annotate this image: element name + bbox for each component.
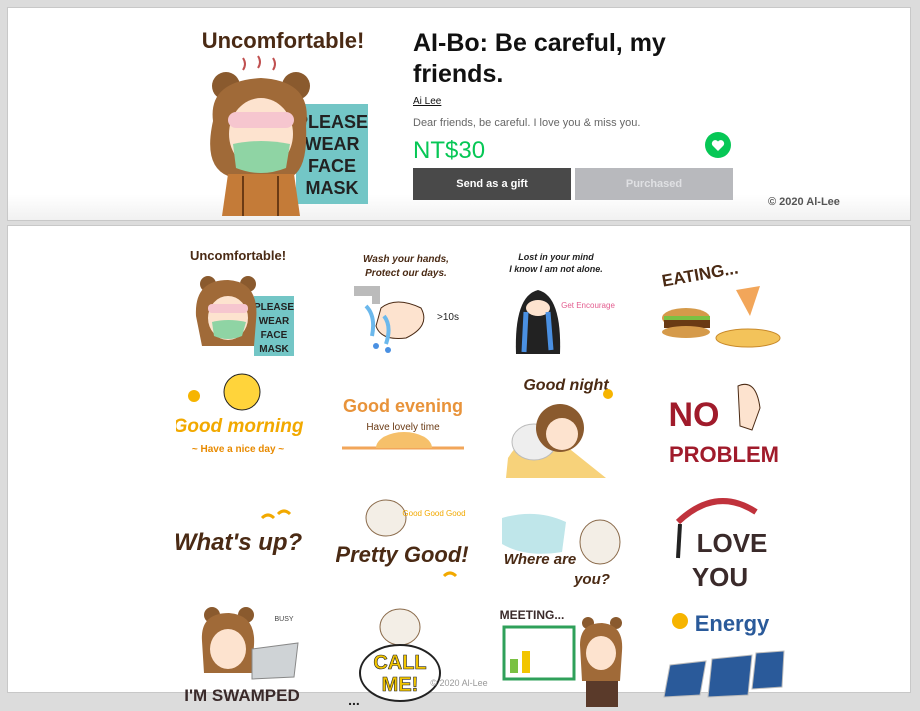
sticker-caption: Where are bbox=[504, 551, 577, 568]
sticker-caption-2: YOU bbox=[692, 562, 748, 592]
sticker-caption-2: ~ Have a nice day ~ bbox=[192, 444, 284, 455]
send-as-gift-button[interactable]: Send as a gift bbox=[413, 168, 571, 200]
sticker-caption-2: Have lovely time bbox=[366, 422, 440, 433]
sticker-description: Dear friends, be careful. I love you & m… bbox=[413, 117, 641, 129]
sticker-extra: Get Encourage bbox=[561, 301, 615, 310]
sticker-caption-2: you? bbox=[573, 571, 610, 588]
sticker-eating[interactable]: EATING... bbox=[656, 246, 791, 356]
sticker-caption-2: PROBLEM bbox=[669, 442, 779, 467]
main-sign-line-2: WEAR bbox=[305, 134, 360, 154]
sticker-caption: NO bbox=[669, 396, 720, 434]
sticker-extra: >10s bbox=[437, 312, 459, 323]
sticker-lost-in-mind[interactable]: Lost in your mind I know I am not alone.… bbox=[496, 246, 631, 356]
sticker-caption-2: BUSY bbox=[274, 616, 293, 623]
sticker-caption: What's up? bbox=[176, 529, 303, 556]
sticker-caption: Lost in your mind bbox=[518, 252, 594, 262]
sticker-caption: Good night bbox=[523, 377, 609, 394]
sticker-caption: LOVE bbox=[697, 528, 768, 558]
sticker-caption-2: Protect our days. bbox=[365, 268, 447, 279]
sticker-good-evening[interactable]: Good evening Have lovely time bbox=[336, 368, 471, 478]
purchased-button: Purchased bbox=[575, 168, 733, 200]
sticker-grid-panel: Uncomfortable! PLEASE WEAR FACE MASK Was… bbox=[7, 225, 911, 708]
sticker-caption-2: Good Good Good bbox=[402, 509, 465, 518]
sticker-caption: CALL bbox=[373, 652, 426, 674]
sticker-im-swamped[interactable]: BUSY I'M SWAMPED bbox=[176, 601, 311, 711]
sticker-sign-line: PLEASE bbox=[254, 302, 294, 313]
sticker-sign-line: MASK bbox=[259, 344, 289, 355]
sticker-caption: Good morning bbox=[176, 416, 304, 437]
sticker-caption: Good evening bbox=[343, 396, 463, 416]
sticker-caption: EATING... bbox=[660, 259, 739, 291]
favorite-button[interactable] bbox=[705, 132, 731, 158]
sticker-good-morning[interactable]: Good morning ~ Have a nice day ~ bbox=[176, 368, 311, 478]
sticker-good-night[interactable]: Good night bbox=[496, 368, 631, 478]
main-sticker-caption: Uncomfortable! bbox=[202, 28, 365, 53]
sticker-header-panel: Uncomfortable! PLEASE WEAR FACE MASK AI-… bbox=[7, 7, 911, 221]
sticker-caption-2: I know I am not alone. bbox=[509, 264, 603, 274]
sticker-caption: Energy bbox=[695, 611, 770, 636]
sticker-meeting[interactable]: MEETING... bbox=[496, 601, 631, 711]
sticker-where-are-you[interactable]: Where are you? bbox=[496, 488, 631, 598]
sticker-title: AI-Bo: Be careful, my friends. bbox=[413, 29, 666, 88]
sticker-call-me[interactable]: CALL ME! ... bbox=[336, 601, 471, 711]
sticker-whats-up[interactable]: What's up? bbox=[176, 488, 311, 598]
sticker-sign-line: WEAR bbox=[259, 316, 290, 327]
footer-copyright: © 2020 Al-Lee bbox=[430, 678, 488, 688]
sticker-price: NT$30 bbox=[413, 137, 486, 164]
sticker-energy[interactable]: Energy bbox=[656, 601, 791, 711]
sticker-caption: MEETING... bbox=[500, 608, 565, 622]
main-sign-line-4: MASK bbox=[306, 178, 359, 198]
sticker-caption: Pretty Good! bbox=[336, 542, 469, 567]
sticker-sign-line: FACE bbox=[261, 330, 288, 341]
heart-icon bbox=[711, 139, 725, 151]
sticker-extra: ... bbox=[348, 692, 360, 708]
sticker-info: AI-Bo: Be careful, my friends. Ai Lee De… bbox=[413, 28, 733, 200]
author-link[interactable]: Ai Lee bbox=[413, 96, 441, 107]
header-copyright: © 2020 Al-Lee bbox=[768, 196, 840, 208]
sticker-no-problem[interactable]: NO PROBLEM bbox=[656, 368, 791, 478]
sticker-caption: I'M SWAMPED bbox=[184, 686, 300, 705]
main-sign-line-3: FACE bbox=[308, 156, 356, 176]
sticker-uncomfortable[interactable]: Uncomfortable! PLEASE WEAR FACE MASK bbox=[176, 246, 311, 356]
sticker-wash-hands[interactable]: Wash your hands, Protect our days. >10s bbox=[336, 246, 471, 356]
sticker-caption: Uncomfortable! bbox=[190, 248, 286, 263]
sticker-pretty-good[interactable]: Good Good Good Pretty Good! bbox=[336, 488, 471, 598]
sticker-love-you[interactable]: LOVE YOU bbox=[656, 488, 791, 598]
sticker-caption: Wash your hands, bbox=[363, 254, 449, 265]
main-sticker-image: Uncomfortable! PLEASE WEAR FACE MASK bbox=[202, 28, 368, 216]
